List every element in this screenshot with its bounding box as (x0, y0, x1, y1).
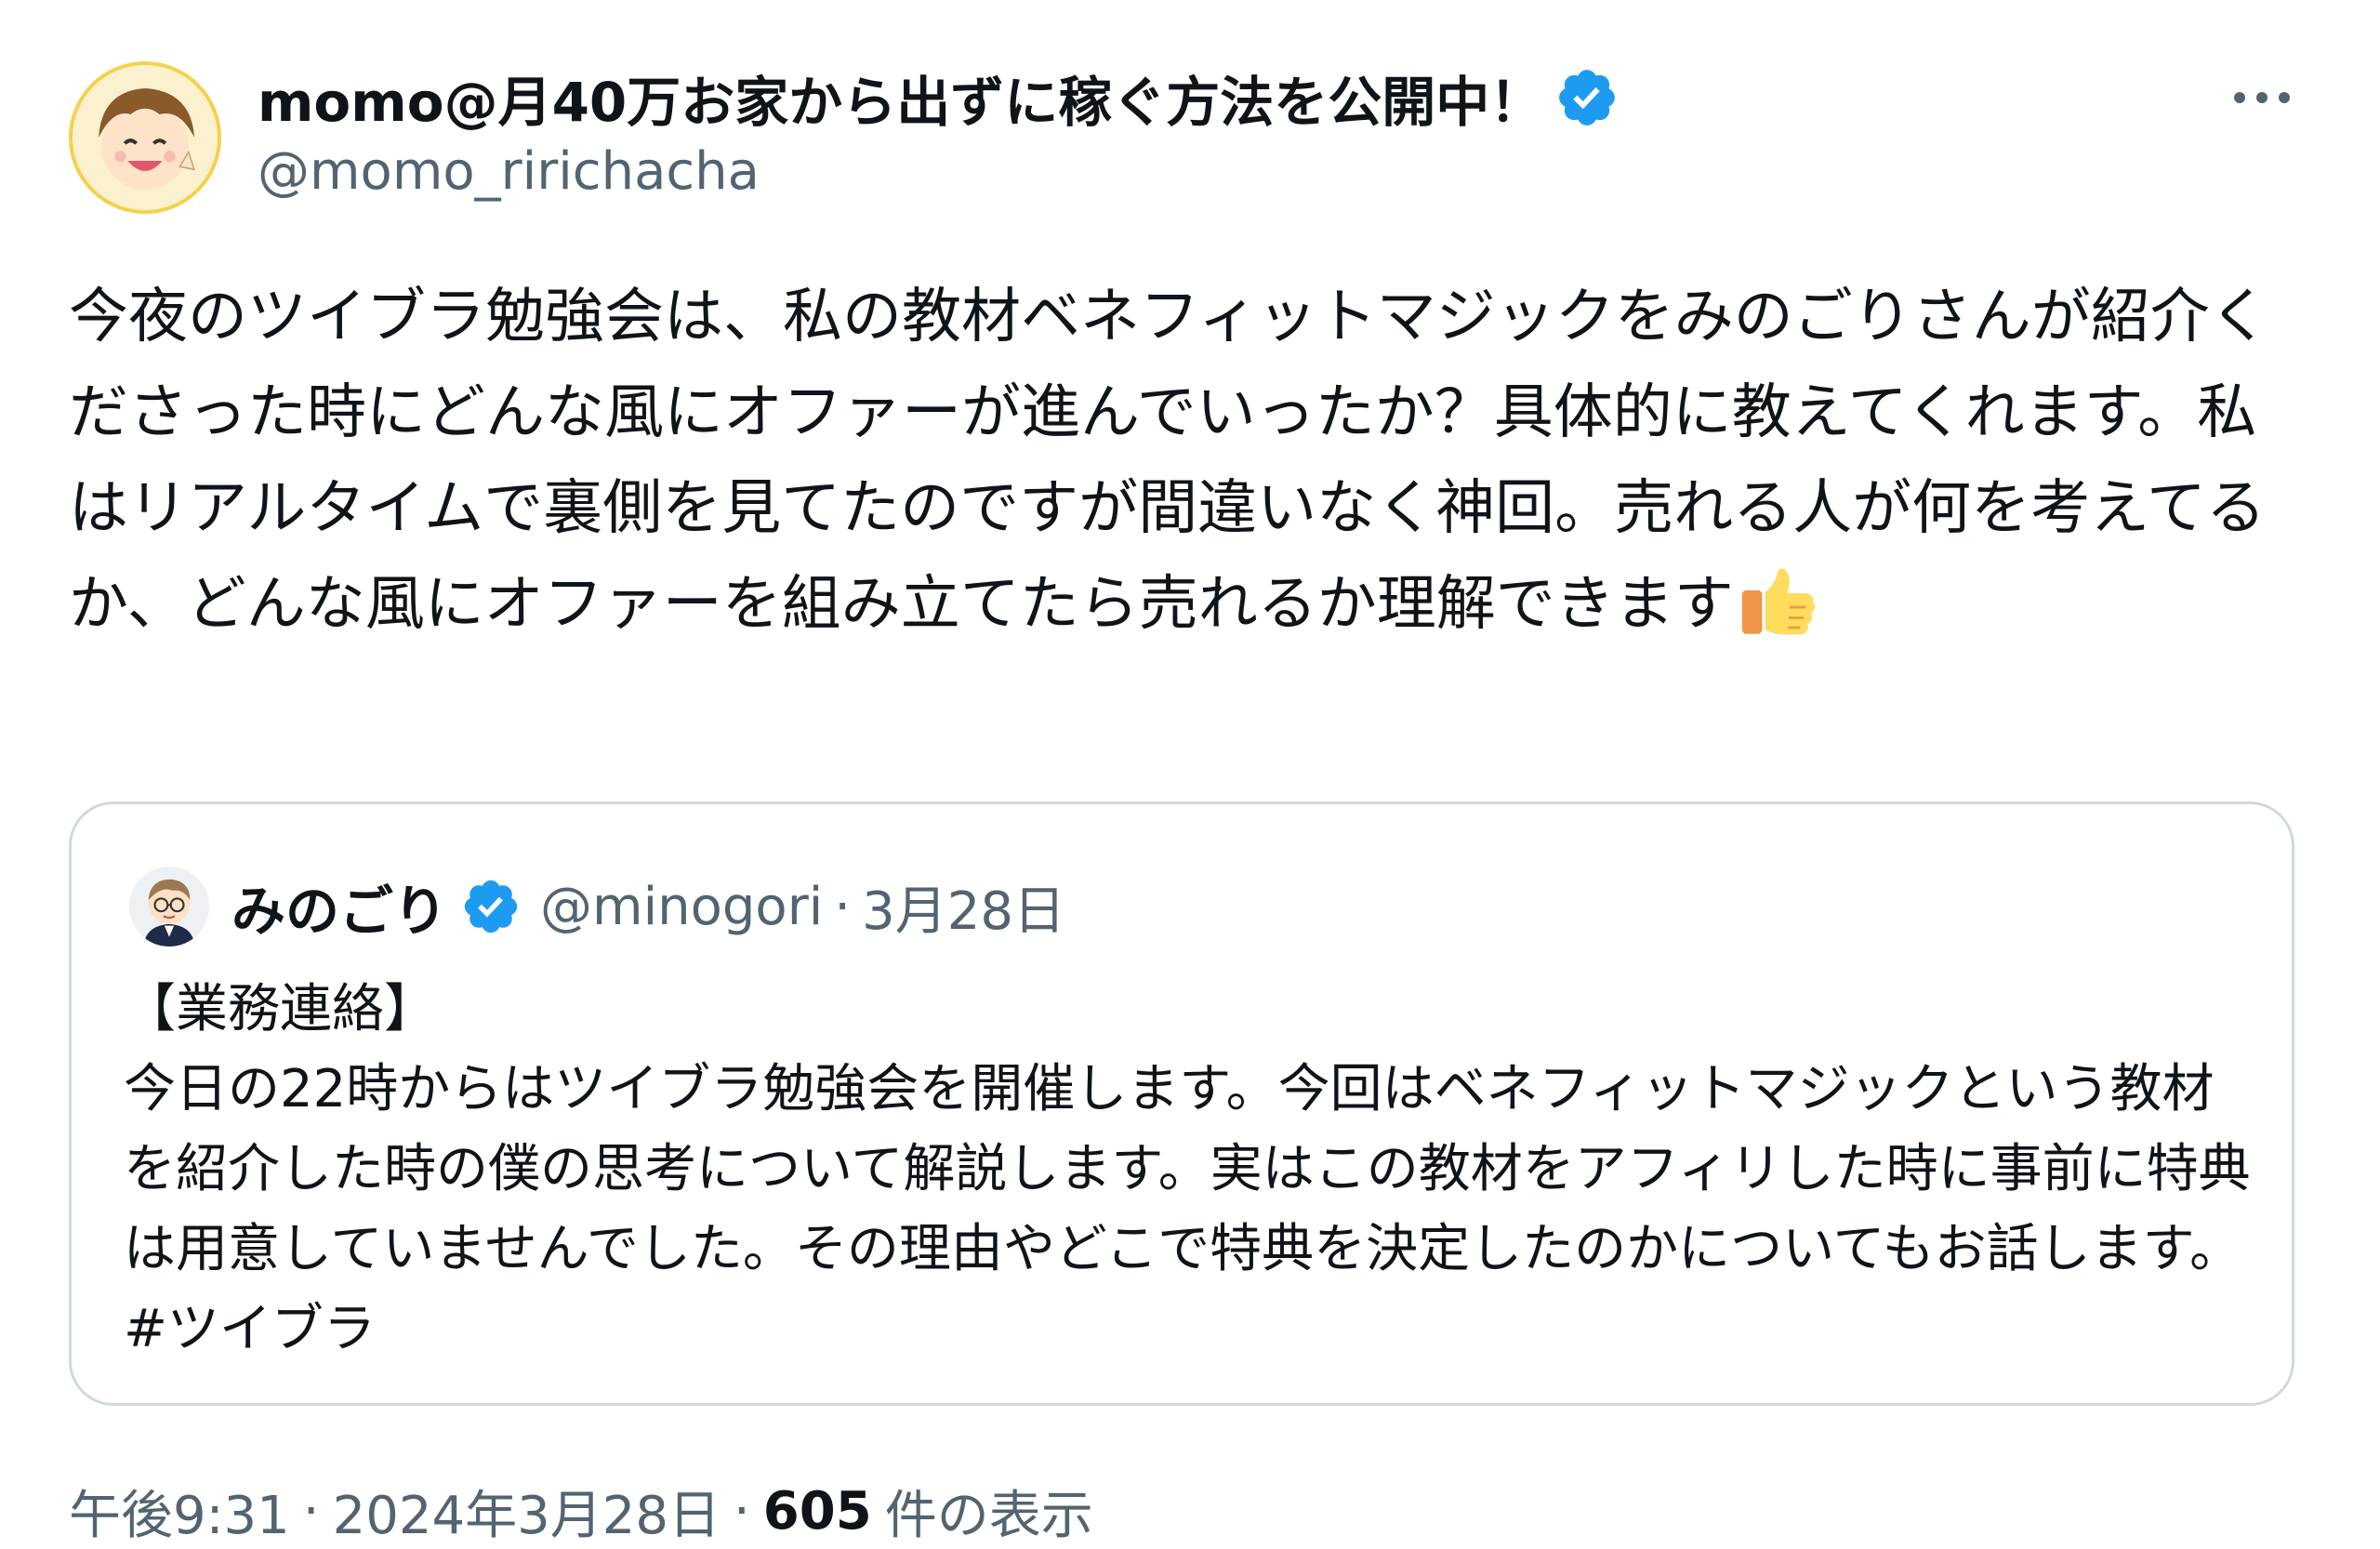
more-horizontal-icon (2234, 92, 2290, 103)
views-label: 件の表示 (884, 1485, 1093, 1546)
tweet-meta: 午後9:31 · 2024年3月28日 · 605 件の表示 (69, 1474, 1093, 1548)
tweet: momo@月40万お家から出ずに稼ぐ方法を公開中！ @momo_ririchac… (0, 0, 2380, 1546)
tweet-date[interactable]: 2024年3月28日 (333, 1474, 721, 1549)
tweet-body-text: 今夜のツイブラ勉強会は、私の教材ベネフィットマジックをみのごりさんが紹介くださっ… (69, 283, 2269, 639)
quoted-tweet-header: みのごり @minogori · 3月28日 (129, 860, 1065, 953)
separator-dot: · (733, 1480, 750, 1542)
author-avatar[interactable] (69, 61, 221, 214)
author-display-name[interactable]: momo@月40万お家から出ずに稼ぐ方法を公開中！ (258, 59, 1543, 137)
views-count[interactable]: 605 (763, 1481, 872, 1542)
separator-dot: · (302, 1480, 320, 1542)
more-options-button[interactable] (2220, 65, 2304, 130)
quoted-tweet-card[interactable]: みのごり @minogori · 3月28日 【業務連絡】 今日の22時からはツ… (69, 801, 2294, 1406)
quoted-tweet-date[interactable]: 3月28日 (862, 869, 1065, 945)
quoted-author-avatar[interactable] (129, 867, 209, 947)
separator-dot: · (834, 876, 852, 937)
cartoon-face-avatar-icon (73, 65, 218, 210)
quoted-author-display-name[interactable]: みのごり (231, 867, 447, 946)
tweet-body: 今夜のツイブラ勉強会は、私の教材ベネフィットマジックをみのごりさんが紹介くださっ… (69, 270, 2300, 653)
quoted-tweet-body: 【業務連絡】 今日の22時からはツイブラ勉強会を開催します。今回はベネフィットマ… (124, 979, 2251, 1359)
author-name-row: momo@月40万お家から出ずに稼ぐ方法を公開中！ (258, 63, 1620, 134)
glasses-face-avatar-icon (129, 867, 209, 947)
thumbs-up-icon (1738, 563, 1816, 641)
author-handle[interactable]: @momo_ririchacha (258, 141, 760, 202)
tweet-time[interactable]: 午後9:31 (69, 1474, 290, 1549)
verified-badge-icon[interactable] (1554, 65, 1620, 130)
quoted-author-handle[interactable]: @minogori (540, 877, 823, 937)
verified-badge-icon (460, 876, 522, 937)
